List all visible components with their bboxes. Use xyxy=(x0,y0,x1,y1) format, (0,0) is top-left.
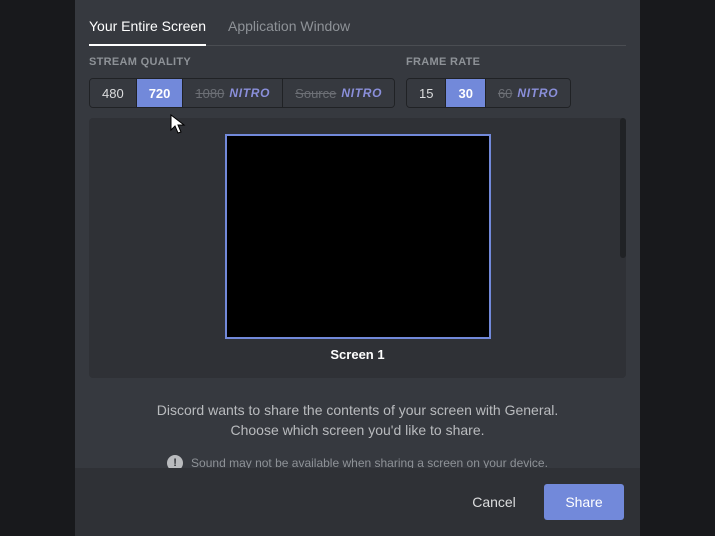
tab-entire-screen[interactable]: Your Entire Screen xyxy=(89,8,206,46)
framerate-60-text: 60 xyxy=(498,86,512,101)
frame-rate-group: FRAME RATE 15 30 60 NITRO xyxy=(406,56,626,108)
framerate-30[interactable]: 30 xyxy=(446,79,485,107)
source-tabs: Your Entire Screen Application Window xyxy=(89,8,626,46)
stream-quality-group: STREAM QUALITY 480 720 1080 NITRO Source… xyxy=(89,56,406,108)
quality-options: 480 720 1080 NITRO Source NITRO xyxy=(89,78,395,108)
tab-application-window[interactable]: Application Window xyxy=(228,8,350,46)
info-section: Discord wants to share the contents of y… xyxy=(89,400,626,468)
quality-1080[interactable]: 1080 NITRO xyxy=(183,79,283,107)
modal-content: Your Entire Screen Application Window ST… xyxy=(75,0,640,468)
info-text-line2: Choose which screen you'd like to share. xyxy=(129,420,586,440)
quality-source-text: Source xyxy=(295,86,336,101)
cancel-button[interactable]: Cancel xyxy=(454,484,534,520)
screen-1-thumbnail[interactable] xyxy=(225,134,491,339)
frame-rate-label: FRAME RATE xyxy=(406,56,626,68)
nitro-icon: NITRO xyxy=(229,86,270,100)
framerate-options: 15 30 60 NITRO xyxy=(406,78,571,108)
sound-warning-text: Sound may not be available when sharing … xyxy=(191,456,548,468)
scrollbar[interactable] xyxy=(620,118,626,258)
stream-quality-label: STREAM QUALITY xyxy=(89,56,406,68)
framerate-15[interactable]: 15 xyxy=(407,79,446,107)
screen-preview-area: Screen 1 xyxy=(89,118,626,378)
sound-warning: ! Sound may not be available when sharin… xyxy=(129,455,586,468)
screen-1-label: Screen 1 xyxy=(330,347,384,362)
quality-source[interactable]: Source NITRO xyxy=(283,79,394,107)
screen-share-modal: Your Entire Screen Application Window ST… xyxy=(75,0,640,536)
quality-480[interactable]: 480 xyxy=(90,79,137,107)
share-button[interactable]: Share xyxy=(544,484,624,520)
quality-1080-text: 1080 xyxy=(195,86,224,101)
warning-icon: ! xyxy=(167,455,183,468)
nitro-icon: NITRO xyxy=(341,86,382,100)
stream-settings: STREAM QUALITY 480 720 1080 NITRO Source… xyxy=(89,56,626,108)
nitro-icon: NITRO xyxy=(517,86,558,100)
modal-footer: Cancel Share xyxy=(75,468,640,536)
framerate-60[interactable]: 60 NITRO xyxy=(486,79,570,107)
info-text-line1: Discord wants to share the contents of y… xyxy=(129,400,586,420)
quality-720[interactable]: 720 xyxy=(137,79,184,107)
